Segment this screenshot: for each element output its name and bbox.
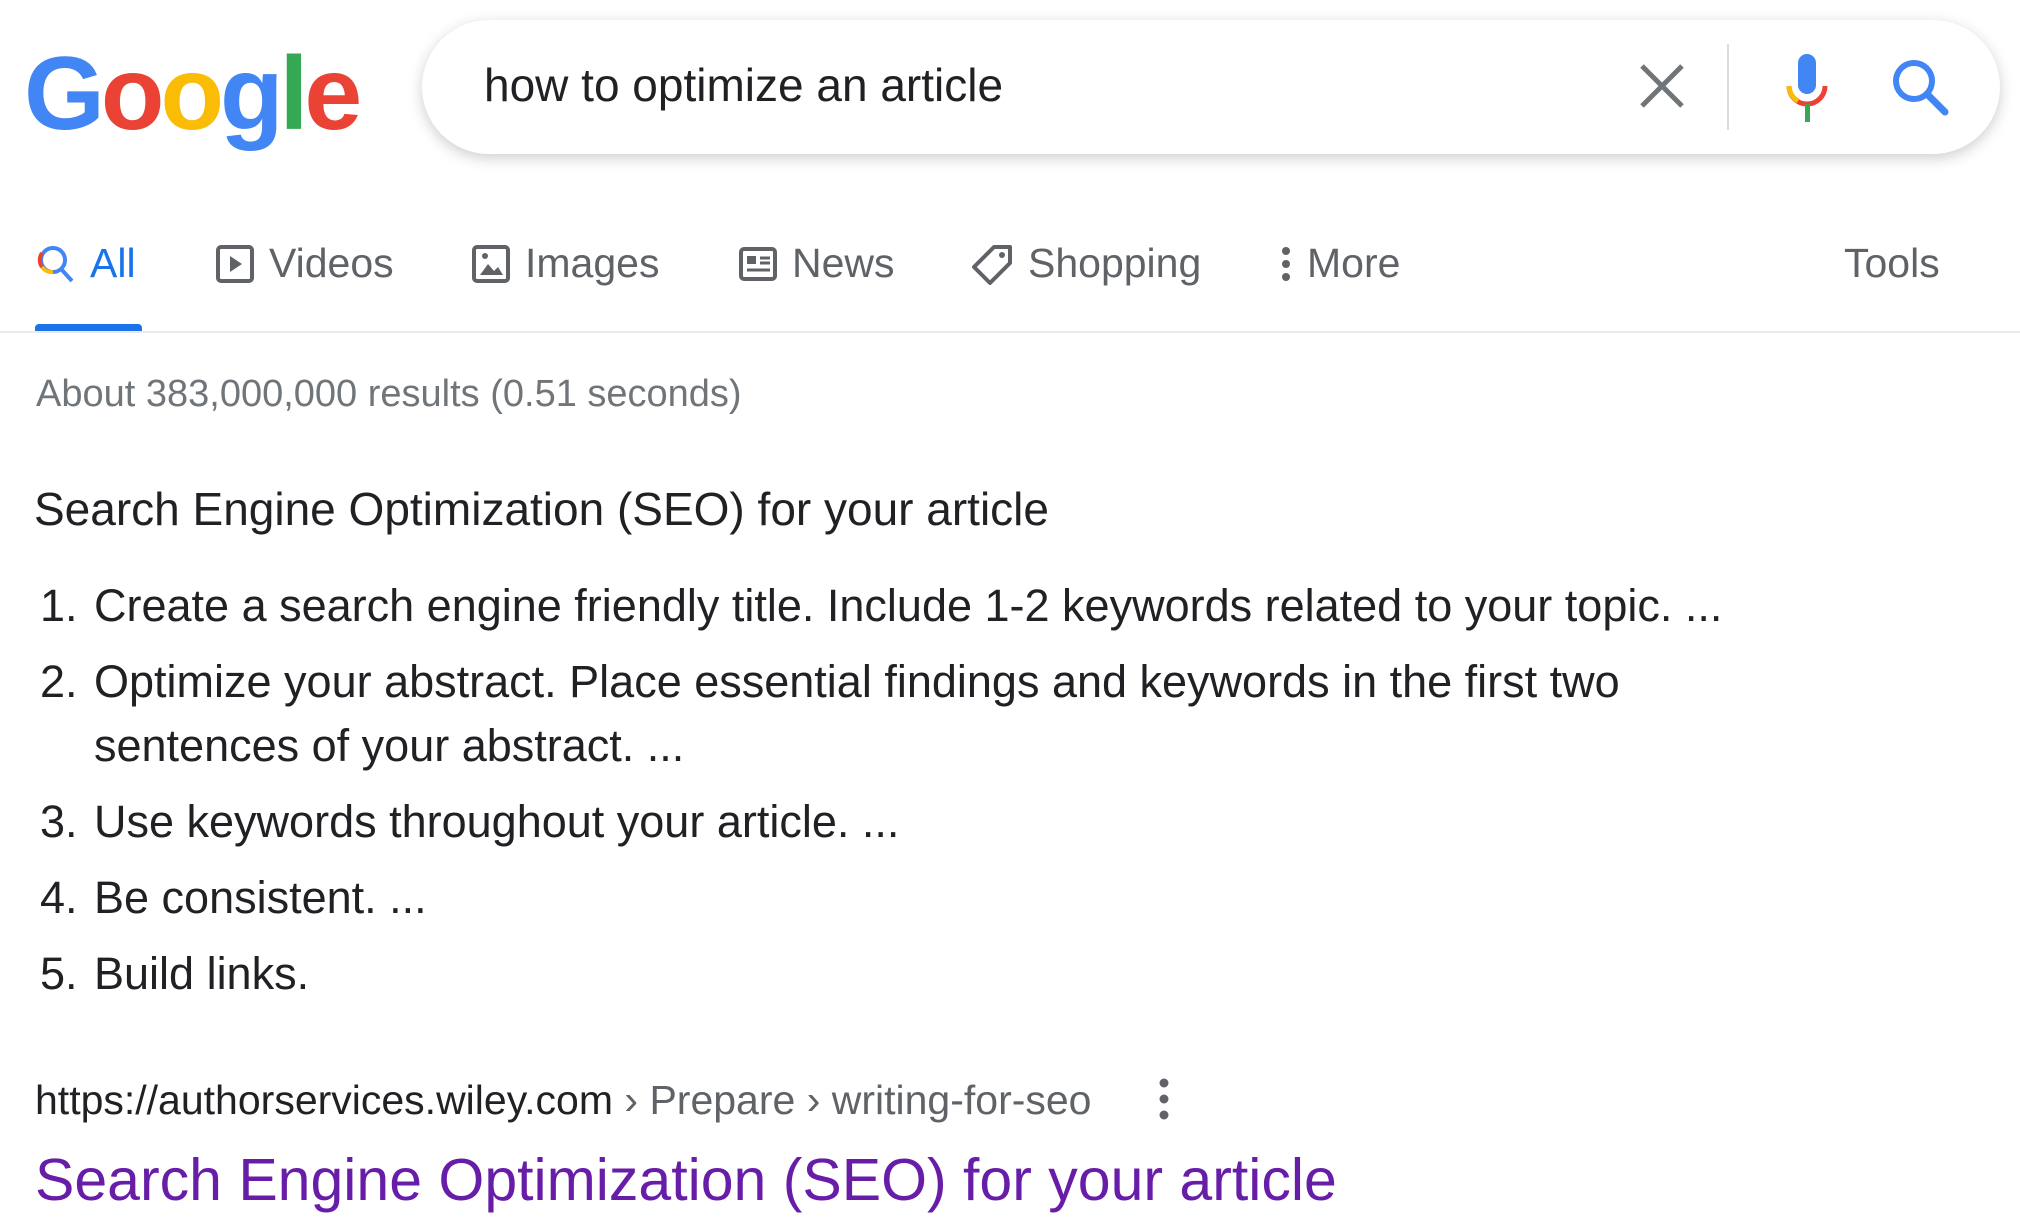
- tab-label: More: [1307, 240, 1401, 286]
- image-icon: [472, 244, 510, 283]
- more-vertical-icon[interactable]: [1153, 1076, 1175, 1122]
- tag-icon: [972, 244, 1012, 285]
- tab-label: Shopping: [1028, 240, 1202, 286]
- close-icon[interactable]: [1632, 56, 1692, 116]
- divider: [1727, 44, 1729, 130]
- search-icon[interactable]: [1887, 54, 1953, 120]
- result-breadcrumb: › Prepare › writing-for-seo: [613, 1077, 1092, 1123]
- logo-letter: G: [24, 36, 105, 152]
- list-text: Be consistent. ...: [94, 872, 427, 923]
- tab-label: All: [90, 240, 136, 286]
- tools-label: Tools: [1844, 240, 1940, 286]
- snippet-heading: Search Engine Optimization (SEO) for you…: [34, 483, 1049, 535]
- logo-letter: e: [304, 36, 362, 152]
- newspaper-icon: [739, 246, 777, 281]
- list-number: 5.: [40, 948, 78, 999]
- logo-letter: o: [160, 36, 224, 152]
- list-number: 3.: [40, 796, 78, 847]
- tab-label: News: [792, 240, 895, 286]
- list-text: sentences of your abstract. ...: [94, 720, 685, 771]
- google-logo[interactable]: Google: [24, 36, 362, 152]
- tab-all[interactable]: All: [36, 240, 136, 287]
- list-number: 2.: [40, 656, 78, 707]
- list-number: 4.: [40, 872, 78, 923]
- more-vertical-icon: [1282, 246, 1290, 281]
- logo-letter: g: [219, 36, 284, 152]
- search-input[interactable]: how to optimize an article: [484, 58, 1003, 112]
- divider: [0, 331, 2020, 333]
- tab-images[interactable]: Images: [471, 240, 659, 287]
- logo-letter: l: [279, 36, 309, 152]
- list-text: Build links.: [94, 948, 310, 999]
- tab-videos[interactable]: Videos: [215, 240, 394, 287]
- tab-more[interactable]: More: [1279, 240, 1400, 287]
- result-stats: About 383,000,000 results (0.51 seconds): [36, 373, 742, 415]
- result-title-link[interactable]: Search Engine Optimization (SEO) for you…: [35, 1146, 1337, 1214]
- tools-button[interactable]: Tools: [1844, 240, 1940, 287]
- list-number: 1.: [40, 580, 78, 631]
- tab-news[interactable]: News: [738, 240, 895, 287]
- tab-shopping[interactable]: Shopping: [972, 240, 1201, 287]
- result-url[interactable]: https://authorservices.wiley.com › Prepa…: [35, 1077, 1091, 1124]
- logo-letter: o: [100, 36, 165, 152]
- tab-label: Videos: [269, 240, 394, 286]
- list-text: Create a search engine friendly title. I…: [94, 580, 1723, 631]
- result-host: https://authorservices.wiley.com: [35, 1077, 614, 1123]
- tab-label: Images: [525, 240, 660, 286]
- list-text: Use keywords throughout your article. ..…: [94, 796, 900, 847]
- play-icon: [216, 244, 254, 283]
- list-text: Optimize your abstract. Place essential …: [94, 656, 1620, 707]
- search-icon: [37, 245, 74, 282]
- microphone-icon[interactable]: [1777, 50, 1837, 130]
- search-box[interactable]: how to optimize an article: [422, 20, 2000, 154]
